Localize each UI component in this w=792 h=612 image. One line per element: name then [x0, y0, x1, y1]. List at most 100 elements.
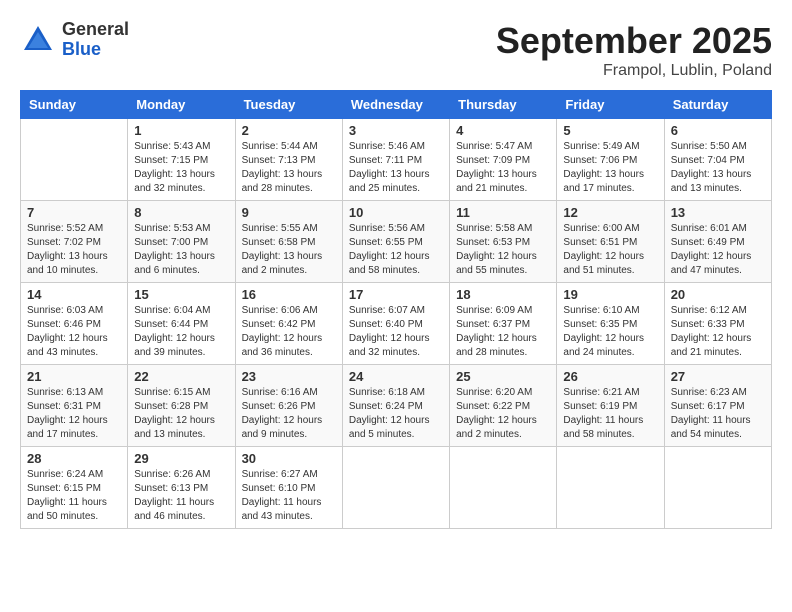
day-cell: 4 Sunrise: 5:47 AMSunset: 7:09 PMDaylight… — [450, 119, 557, 201]
day-info: Sunrise: 6:00 AMSunset: 6:51 PMDaylight:… — [563, 222, 657, 278]
day-number: 15 — [134, 287, 228, 302]
day-cell: 23 Sunrise: 6:16 AMSunset: 6:26 PMDayligh… — [235, 365, 342, 447]
logo-blue: Blue — [62, 40, 129, 60]
day-info: Sunrise: 6:27 AMSunset: 6:10 PMDaylight:… — [242, 468, 336, 524]
day-info: Sunrise: 5:50 AMSunset: 7:04 PMDaylight:… — [671, 140, 765, 196]
calendar: SundayMondayTuesdayWednesdayThursdayFrid… — [20, 90, 772, 529]
day-info: Sunrise: 5:43 AMSunset: 7:15 PMDaylight:… — [134, 140, 228, 196]
day-number: 14 — [27, 287, 121, 302]
day-number: 24 — [349, 369, 443, 384]
day-cell: 14 Sunrise: 6:03 AMSunset: 6:46 PMDayligh… — [21, 283, 128, 365]
day-number: 23 — [242, 369, 336, 384]
day-info: Sunrise: 5:58 AMSunset: 6:53 PMDaylight:… — [456, 222, 550, 278]
day-cell: 13 Sunrise: 6:01 AMSunset: 6:49 PMDayligh… — [664, 201, 771, 283]
day-info: Sunrise: 5:55 AMSunset: 6:58 PMDaylight:… — [242, 222, 336, 278]
weekday-header: Wednesday — [342, 91, 449, 119]
day-number: 29 — [134, 451, 228, 466]
day-info: Sunrise: 5:47 AMSunset: 7:09 PMDaylight:… — [456, 140, 550, 196]
day-number: 6 — [671, 123, 765, 138]
day-number: 27 — [671, 369, 765, 384]
day-info: Sunrise: 6:15 AMSunset: 6:28 PMDaylight:… — [134, 386, 228, 442]
day-info: Sunrise: 6:12 AMSunset: 6:33 PMDaylight:… — [671, 304, 765, 360]
day-number: 21 — [27, 369, 121, 384]
month-title: September 2025 — [496, 20, 772, 62]
week-row: 28 Sunrise: 6:24 AMSunset: 6:15 PMDayligh… — [21, 447, 772, 529]
day-number: 30 — [242, 451, 336, 466]
day-number: 4 — [456, 123, 550, 138]
day-cell: 19Sunrise: 6:10 AMSunset: 6:35 PMDayligh… — [557, 283, 664, 365]
day-cell — [557, 447, 664, 529]
week-row: 1Sunrise: 5:43 AMSunset: 7:15 PMDaylight… — [21, 119, 772, 201]
weekday-header: Tuesday — [235, 91, 342, 119]
day-cell — [342, 447, 449, 529]
day-cell: 28 Sunrise: 6:24 AMSunset: 6:15 PMDayligh… — [21, 447, 128, 529]
day-number: 16 — [242, 287, 336, 302]
day-number: 10 — [349, 205, 443, 220]
day-cell: 6 Sunrise: 5:50 AMSunset: 7:04 PMDaylight… — [664, 119, 771, 201]
day-number: 28 — [27, 451, 121, 466]
day-number: 20 — [671, 287, 765, 302]
day-info: Sunrise: 5:52 AMSunset: 7:02 PMDaylight:… — [27, 222, 121, 278]
day-info: Sunrise: 6:16 AMSunset: 6:26 PMDaylight:… — [242, 386, 336, 442]
week-row: 7Sunrise: 5:52 AMSunset: 7:02 PMDaylight… — [21, 201, 772, 283]
day-number: 18 — [456, 287, 550, 302]
day-info: Sunrise: 6:13 AMSunset: 6:31 PMDaylight:… — [27, 386, 121, 442]
week-row: 21 Sunrise: 6:13 AMSunset: 6:31 PMDayligh… — [21, 365, 772, 447]
day-info: Sunrise: 5:46 AMSunset: 7:11 PMDaylight:… — [349, 140, 443, 196]
day-cell: 21 Sunrise: 6:13 AMSunset: 6:31 PMDayligh… — [21, 365, 128, 447]
day-number: 3 — [349, 123, 443, 138]
day-cell — [664, 447, 771, 529]
day-info: Sunrise: 6:24 AMSunset: 6:15 PMDaylight:… — [27, 468, 121, 524]
day-info: Sunrise: 6:21 AMSunset: 6:19 PMDaylight:… — [563, 386, 657, 442]
day-number: 2 — [242, 123, 336, 138]
day-info: Sunrise: 6:18 AMSunset: 6:24 PMDaylight:… — [349, 386, 443, 442]
day-cell: 17 Sunrise: 6:07 AMSunset: 6:40 PMDayligh… — [342, 283, 449, 365]
day-cell: 18 Sunrise: 6:09 AMSunset: 6:37 PMDayligh… — [450, 283, 557, 365]
day-cell: 12Sunrise: 6:00 AMSunset: 6:51 PMDayligh… — [557, 201, 664, 283]
day-cell: 2Sunrise: 5:44 AMSunset: 7:13 PMDaylight… — [235, 119, 342, 201]
day-number: 8 — [134, 205, 228, 220]
day-cell: 5Sunrise: 5:49 AMSunset: 7:06 PMDaylight… — [557, 119, 664, 201]
week-row: 14 Sunrise: 6:03 AMSunset: 6:46 PMDayligh… — [21, 283, 772, 365]
day-number: 17 — [349, 287, 443, 302]
weekday-header-row: SundayMondayTuesdayWednesdayThursdayFrid… — [21, 91, 772, 119]
logo: General Blue — [20, 20, 129, 60]
day-info: Sunrise: 6:10 AMSunset: 6:35 PMDaylight:… — [563, 304, 657, 360]
day-info: Sunrise: 6:20 AMSunset: 6:22 PMDaylight:… — [456, 386, 550, 442]
weekday-header: Thursday — [450, 91, 557, 119]
day-cell: 3 Sunrise: 5:46 AMSunset: 7:11 PMDaylight… — [342, 119, 449, 201]
page-header: General Blue September 2025 Frampol, Lub… — [20, 20, 772, 80]
day-cell: 9Sunrise: 5:55 AMSunset: 6:58 PMDaylight… — [235, 201, 342, 283]
day-info: Sunrise: 6:04 AMSunset: 6:44 PMDaylight:… — [134, 304, 228, 360]
day-info: Sunrise: 6:03 AMSunset: 6:46 PMDaylight:… — [27, 304, 121, 360]
day-number: 26 — [563, 369, 657, 384]
day-cell: 10Sunrise: 5:56 AMSunset: 6:55 PMDayligh… — [342, 201, 449, 283]
day-info: Sunrise: 5:53 AMSunset: 7:00 PMDaylight:… — [134, 222, 228, 278]
weekday-header: Monday — [128, 91, 235, 119]
logo-general: General — [62, 20, 129, 40]
logo-text: General Blue — [62, 20, 129, 60]
day-number: 11 — [456, 205, 550, 220]
day-info: Sunrise: 6:23 AMSunset: 6:17 PMDaylight:… — [671, 386, 765, 442]
day-cell: 16Sunrise: 6:06 AMSunset: 6:42 PMDayligh… — [235, 283, 342, 365]
day-cell: 7Sunrise: 5:52 AMSunset: 7:02 PMDaylight… — [21, 201, 128, 283]
day-cell: 11 Sunrise: 5:58 AMSunset: 6:53 PMDayligh… — [450, 201, 557, 283]
day-info: Sunrise: 6:26 AMSunset: 6:13 PMDaylight:… — [134, 468, 228, 524]
day-info: Sunrise: 6:07 AMSunset: 6:40 PMDaylight:… — [349, 304, 443, 360]
day-info: Sunrise: 6:09 AMSunset: 6:37 PMDaylight:… — [456, 304, 550, 360]
day-cell: 22 Sunrise: 6:15 AMSunset: 6:28 PMDayligh… — [128, 365, 235, 447]
day-number: 22 — [134, 369, 228, 384]
day-cell — [450, 447, 557, 529]
weekday-header: Friday — [557, 91, 664, 119]
day-cell: 24 Sunrise: 6:18 AMSunset: 6:24 PMDayligh… — [342, 365, 449, 447]
weekday-header: Saturday — [664, 91, 771, 119]
title-area: September 2025 Frampol, Lublin, Poland — [496, 20, 772, 80]
weekday-header: Sunday — [21, 91, 128, 119]
day-cell: 29 Sunrise: 6:26 AMSunset: 6:13 PMDayligh… — [128, 447, 235, 529]
day-info: Sunrise: 6:01 AMSunset: 6:49 PMDaylight:… — [671, 222, 765, 278]
location: Frampol, Lublin, Poland — [496, 62, 772, 80]
day-info: Sunrise: 5:49 AMSunset: 7:06 PMDaylight:… — [563, 140, 657, 196]
day-cell: 25Sunrise: 6:20 AMSunset: 6:22 PMDayligh… — [450, 365, 557, 447]
logo-icon — [20, 22, 56, 58]
day-number: 13 — [671, 205, 765, 220]
